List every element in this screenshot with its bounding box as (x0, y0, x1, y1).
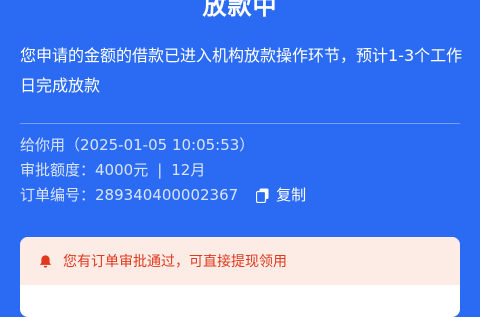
status-description: 您申请的金额的借款已进入机构放款操作环节，预计1-3个工作日完成放款 (20, 46, 463, 95)
lender-time: 给你用（2025-01-05 10:05:53） (20, 136, 255, 154)
notice-text: 您有订单审批通过，可直接提现领用 (63, 254, 287, 270)
loan-info: 给你用（2025-01-05 10:05:53） 审批额度： 4000元 | 1… (20, 133, 460, 208)
notice-banner[interactable]: 您有订单审批通过，可直接提现领用 (20, 237, 460, 285)
approval-label: 审批额度： (20, 161, 96, 179)
loan-term: 12月 (171, 161, 206, 179)
copy-icon (256, 188, 269, 203)
order-label: 订单编号： (20, 186, 96, 204)
approval-row: 审批额度： 4000元 | 12月 (20, 158, 460, 183)
order-row: 订单编号： 289340400002367 复制 (20, 183, 460, 208)
lender-row: 给你用（2025-01-05 10:05:53） (20, 133, 460, 158)
order-number: 289340400002367 (95, 186, 239, 204)
bell-icon (38, 254, 53, 269)
divider (20, 123, 460, 124)
notice-card: 您有订单审批通过，可直接提现领用 (20, 237, 460, 317)
copy-label: 复制 (276, 186, 307, 204)
approval-amount: 4000元 (95, 161, 149, 179)
separator: | (157, 161, 163, 179)
copy-button[interactable]: 复制 (256, 183, 306, 208)
page-title: 放款中 (202, 0, 278, 20)
